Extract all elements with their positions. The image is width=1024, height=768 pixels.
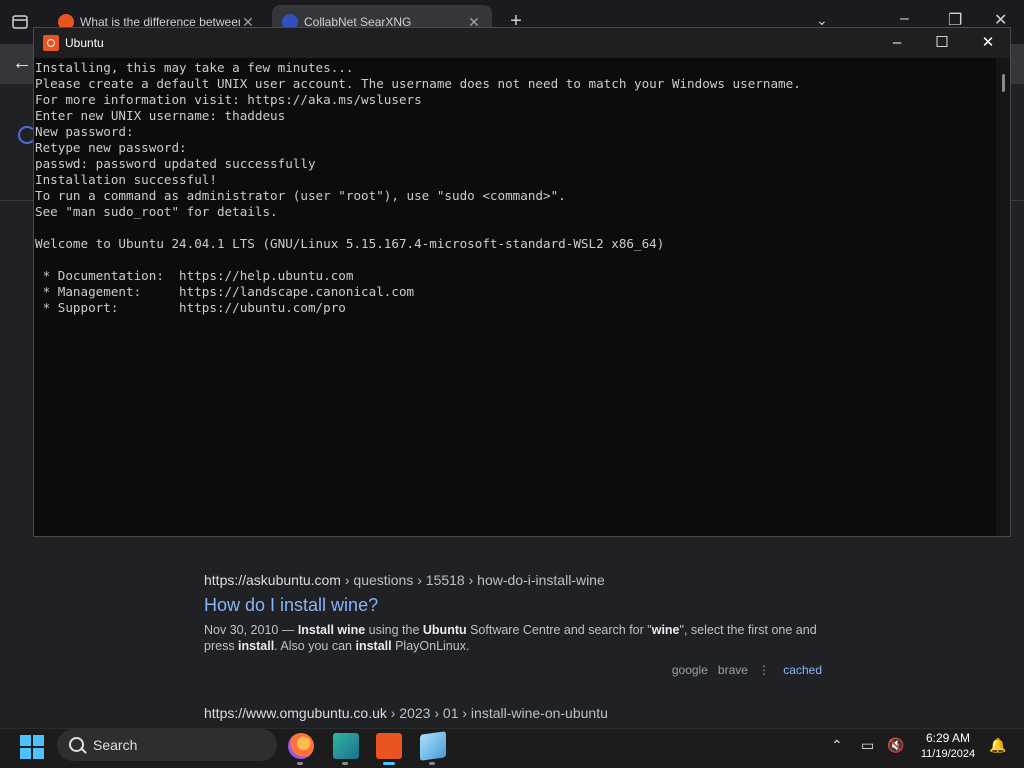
terminal-line: * Documentation: https://help.ubuntu.com — [35, 268, 354, 283]
clock-date: 11/19/2024 — [920, 748, 976, 760]
search-result-next: https://www.omgubuntu.co.uk › 2023 › 01 … — [204, 705, 824, 721]
taskbar-search-label: Search — [93, 737, 138, 753]
result-url-host: https://www.omgubuntu.co.uk — [204, 705, 387, 721]
terminal-line: Retype new password: — [35, 140, 187, 155]
terminal-line: To run a command as administrator (user … — [35, 188, 566, 203]
terminal-line: * Support: https://ubuntu.com/pro — [35, 300, 346, 315]
running-indicator — [342, 762, 348, 765]
terminal-line: Installing, this may take a few minutes.… — [35, 60, 354, 75]
terminal-line: Please create a default UNIX user accoun… — [35, 76, 801, 91]
search-result: https://askubuntu.com › questions › 1551… — [204, 572, 824, 677]
browser-minimize-button[interactable]: – — [900, 10, 909, 28]
terminal-scrollbar-thumb[interactable] — [1002, 74, 1005, 92]
result-url-path: › questions › 15518 › how-do-i-install-w… — [344, 572, 605, 588]
terminal-close-button[interactable]: ✕ — [973, 32, 1003, 54]
running-indicator — [429, 762, 435, 765]
terminal-line: Enter new UNIX username: thaddeus — [35, 108, 286, 123]
engine-google: google — [671, 663, 708, 677]
system-clock[interactable]: 6:29 AM 11/19/2024 — [912, 730, 984, 762]
terminal-line: See "man sudo_root" for details. — [35, 204, 278, 219]
result-engines: google brave ⋮ cached — [671, 663, 822, 677]
terminal-scrollbar[interactable] — [996, 58, 1010, 536]
result-title-link[interactable]: How do I install wine? — [204, 595, 824, 616]
terminal-maximize-button[interactable]: ☐ — [927, 32, 957, 54]
terminal-title: Ubuntu — [65, 36, 104, 50]
start-button[interactable] — [20, 735, 44, 759]
cached-link[interactable]: cached — [783, 663, 822, 677]
ubuntu-app-icon[interactable] — [376, 733, 402, 759]
ubuntu-icon — [43, 35, 59, 51]
chevron-up-icon[interactable]: ⌃ — [831, 737, 843, 754]
back-arrow-icon[interactable]: ← — [12, 52, 32, 75]
engine-brave: brave — [717, 663, 748, 677]
terminal-minimize-button[interactable]: – — [882, 32, 912, 54]
taskbar-search-box[interactable]: Search — [57, 729, 277, 761]
notification-bell-icon[interactable]: 🔔 — [989, 737, 1006, 754]
volume-muted-icon[interactable]: 🔇 — [887, 737, 904, 754]
active-indicator — [383, 762, 395, 765]
network-icon[interactable]: ▭ — [861, 737, 874, 754]
terminal-output[interactable]: Installing, this may take a few minutes.… — [34, 58, 996, 536]
result-url-path: › 2023 › 01 › install-wine-on-ubuntu — [390, 705, 608, 721]
terminal-line: For more information visit: https://aka.… — [35, 92, 422, 107]
running-indicator — [297, 762, 303, 765]
terminal-line: Welcome to Ubuntu 24.04.1 LTS (GNU/Linux… — [35, 236, 665, 251]
terminal-line: * Management: https://landscape.canonica… — [35, 284, 415, 299]
firefox-app-icon[interactable] — [288, 733, 314, 759]
result-url[interactable]: https://www.omgubuntu.co.uk › 2023 › 01 … — [204, 705, 824, 721]
tab-manager-icon[interactable] — [10, 12, 30, 32]
search-icon — [69, 737, 84, 752]
clock-time: 6:29 AM — [925, 731, 971, 745]
terminal-line: Installation successful! — [35, 172, 217, 187]
ubuntu-terminal-window[interactable]: Ubuntu – ☐ ✕ Installing, this may take a… — [33, 27, 1011, 537]
terminal-line: New password: — [35, 124, 134, 139]
terminal-line: passwd: password updated successfully — [35, 156, 316, 171]
result-url[interactable]: https://askubuntu.com › questions › 1551… — [204, 572, 824, 588]
notepad-app-icon[interactable] — [420, 731, 446, 761]
result-url-host: https://askubuntu.com — [204, 572, 341, 588]
windows-logo-icon — [20, 735, 31, 746]
taskbar: Search ⌃ ▭ 🔇 6:29 AM 11/19/2024 🔔 — [0, 728, 1024, 768]
editor-app-icon[interactable] — [333, 733, 359, 759]
result-snippet: Nov 30, 2010 — Install wine using the Ub… — [204, 623, 817, 653]
terminal-titlebar[interactable]: Ubuntu – ☐ ✕ — [34, 28, 1010, 58]
